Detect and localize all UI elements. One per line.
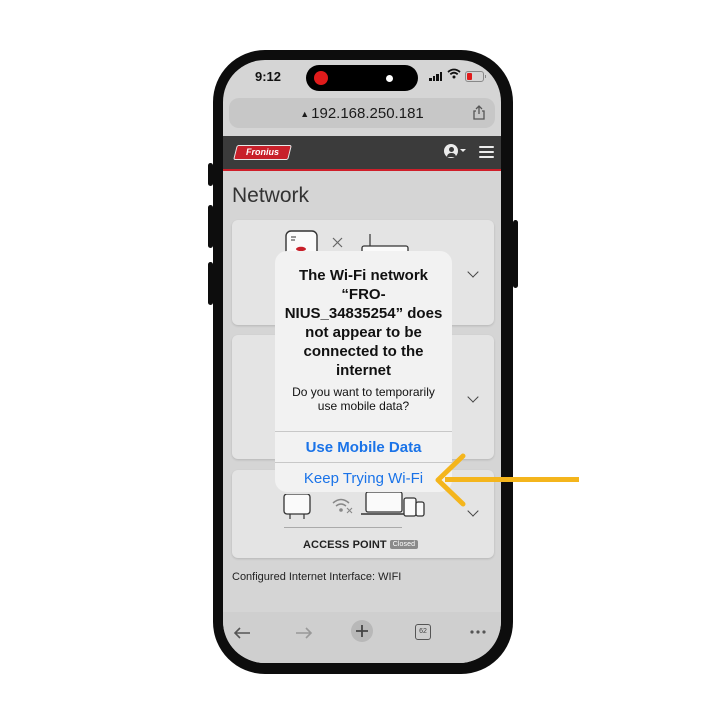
app-header: Fronius: [223, 136, 501, 171]
access-point-label: ACCESS POINT Closed: [303, 539, 419, 551]
forward-arrow-icon[interactable]: [295, 626, 313, 640]
user-account-icon[interactable]: [444, 144, 458, 158]
back-arrow-icon[interactable]: [233, 626, 251, 640]
card-divider: [284, 527, 402, 528]
status-badge: Closed: [389, 540, 419, 549]
side-button-mute: [208, 163, 213, 186]
warning-lock-icon: ▲: [300, 109, 310, 119]
wifi-alert-dialog: The Wi-Fi network “FRO-NIUS_34835254” do…: [275, 251, 452, 492]
cellular-signal-icon: [429, 72, 442, 81]
address-url: 192.168.250.181: [311, 105, 424, 122]
status-time: 9:12: [255, 69, 282, 84]
side-button-volume-up: [208, 205, 213, 248]
devices-icon: [361, 491, 425, 517]
more-dots-icon[interactable]: [470, 630, 486, 634]
side-button-volume-down: [208, 262, 213, 305]
fronius-logo[interactable]: Fronius: [233, 145, 292, 160]
tabs-count-icon[interactable]: 62: [415, 624, 431, 640]
annotation-arrow-icon: [435, 453, 466, 507]
wifi-disconnected-icon: [332, 498, 353, 514]
chevron-down-icon[interactable]: [467, 391, 479, 403]
keep-trying-wifi-button[interactable]: Keep Trying Wi-Fi: [275, 463, 452, 492]
status-bar: 9:12: [223, 60, 501, 96]
address-text-wrap: ▲ 192.168.250.181: [229, 105, 495, 122]
dynamic-island: [306, 65, 418, 91]
access-point-text: ACCESS POINT: [303, 539, 387, 551]
battery-icon: [465, 71, 486, 82]
dialog-title: The Wi-Fi network “FRO-NIUS_34835254” do…: [284, 267, 443, 379]
camera-icon: [386, 75, 393, 82]
disconnected-x-icon: [332, 237, 343, 248]
address-bar[interactable]: ▲ 192.168.250.181: [229, 98, 495, 128]
chevron-down-icon[interactable]: [467, 266, 479, 278]
hamburger-menu-icon[interactable]: [479, 146, 494, 158]
inverter-icon: [283, 494, 311, 519]
use-mobile-data-button[interactable]: Use Mobile Data: [275, 432, 452, 462]
wifi-icon: [447, 68, 461, 79]
dialog-message: Do you want to temporarily use mobile da…: [292, 385, 435, 413]
logo-text: Fronius: [246, 147, 279, 157]
configured-interface-text: Configured Internet Interface: WIFI: [232, 571, 402, 583]
new-tab-plus-icon[interactable]: [351, 620, 373, 642]
page-title: Network: [232, 184, 310, 207]
recording-indicator-icon: [314, 71, 328, 85]
browser-toolbar: 62: [223, 612, 501, 663]
side-button-power: [513, 220, 518, 288]
share-icon[interactable]: [473, 105, 485, 120]
chevron-down-icon: [460, 149, 466, 152]
